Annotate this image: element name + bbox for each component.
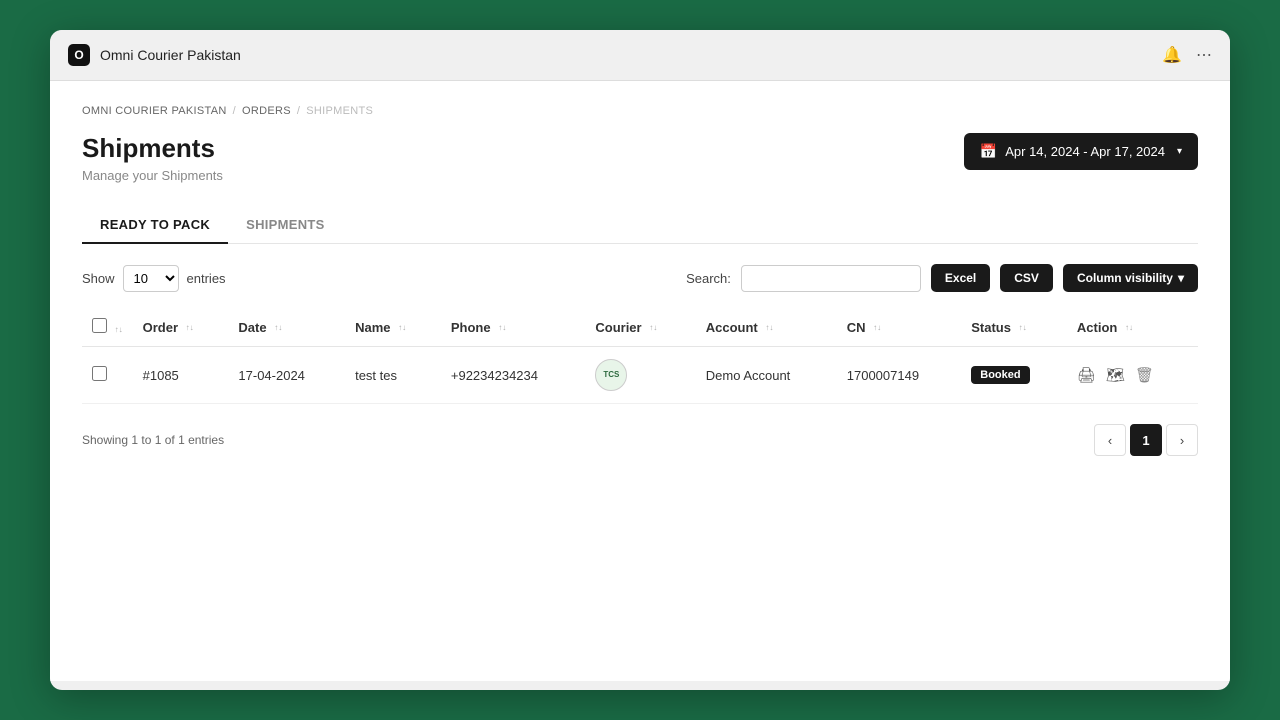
page-subtitle: Manage your Shipments [82,168,223,183]
col-header-cn: CN ↑↓ [837,308,962,347]
row-order: #1085 [133,347,229,404]
col-header-account: Account ↑↓ [696,308,837,347]
breadcrumb-part2[interactable]: ORDERS [242,105,291,117]
courier-logo: TCS [595,359,627,391]
table-header-row: ↑↓ Order ↑↓ Date ↑↓ Name ↑↓ Phone ↑↓ [82,308,1198,347]
titlebar: O Omni Courier Pakistan 🔔 ⋯ [50,30,1230,81]
col-vis-arrow-icon: ▾ [1178,271,1184,285]
col-header-phone: Phone ↑↓ [441,308,585,347]
breadcrumb: OMNI COURIER PAKISTAN / ORDERS / SHIPMEN… [82,105,1198,117]
col-header-status: Status ↑↓ [961,308,1067,347]
toolbar-right: Search: Excel CSV Column visibility ▾ [686,264,1198,292]
date-range-label: Apr 14, 2024 - Apr 17, 2024 [1005,144,1165,159]
table-body: #1085 17-04-2024 test tes +92234234234 T… [82,347,1198,404]
row-checkbox[interactable] [92,366,107,381]
pagination-area: Showing 1 to 1 of 1 entries ‹ 1 › [82,424,1198,456]
entries-label: entries [187,271,226,286]
page-1-button[interactable]: 1 [1130,424,1162,456]
row-status: Booked [961,347,1067,404]
csv-button[interactable]: CSV [1000,264,1053,292]
shipments-table: ↑↓ Order ↑↓ Date ↑↓ Name ↑↓ Phone ↑↓ [82,308,1198,404]
app-window: O Omni Courier Pakistan 🔔 ⋯ OMNI COURIER… [50,30,1230,690]
titlebar-right: 🔔 ⋯ [1162,45,1212,65]
delete-icon[interactable]: 🗑 [1135,366,1154,384]
status-badge: Booked [971,366,1029,384]
print-icon[interactable]: 🖨 [1077,366,1096,384]
date-range-picker[interactable]: 📅 Apr 14, 2024 - Apr 17, 2024 ▾ [964,133,1198,170]
page-header: Shipments Manage your Shipments 📅 Apr 14… [82,133,1198,183]
app-icon: O [68,44,90,66]
select-all-checkbox[interactable] [92,318,107,333]
menu-icon[interactable]: ⋯ [1196,45,1212,65]
row-phone: +92234234234 [441,347,585,404]
prev-page-button[interactable]: ‹ [1094,424,1126,456]
row-courier: TCS [585,347,695,404]
row-name: test tes [345,347,441,404]
page-title: Shipments [82,133,223,164]
date-range-arrow: ▾ [1177,146,1182,157]
col-header-date: Date ↑↓ [228,308,345,347]
app-title-label: Omni Courier Pakistan [100,47,241,63]
row-date: 17-04-2024 [228,347,345,404]
search-label: Search: [686,271,731,286]
map-icon[interactable]: 🗺 [1106,366,1125,384]
next-page-button[interactable]: › [1166,424,1198,456]
row-account: Demo Account [696,347,837,404]
row-action: 🖨 🗺 🗑 [1067,347,1198,404]
row-checkbox-cell [82,347,133,404]
entries-select[interactable]: 10 25 50 100 [123,265,179,292]
page-title-area: Shipments Manage your Shipments [82,133,223,183]
toolbar: Show 10 25 50 100 entries Search: Excel … [82,264,1198,292]
col-header-name: Name ↑↓ [345,308,441,347]
col-header-order: Order ↑↓ [133,308,229,347]
excel-button[interactable]: Excel [931,264,990,292]
col-header-checkbox: ↑↓ [82,308,133,347]
table-row: #1085 17-04-2024 test tes +92234234234 T… [82,347,1198,404]
show-entries-control: Show 10 25 50 100 entries [82,265,226,292]
breadcrumb-sep1: / [233,105,236,117]
bell-icon[interactable]: 🔔 [1162,45,1182,65]
action-icons: 🖨 🗺 🗑 [1077,366,1188,384]
tab-shipments[interactable]: SHIPMENTS [228,207,343,244]
search-input[interactable] [741,265,921,292]
pagination: ‹ 1 › [1094,424,1198,456]
col-header-action: Action ↑↓ [1067,308,1198,347]
main-content: OMNI COURIER PAKISTAN / ORDERS / SHIPMEN… [50,81,1230,681]
calendar-icon: 📅 [980,143,997,160]
breadcrumb-part1[interactable]: OMNI COURIER PAKISTAN [82,105,227,117]
breadcrumb-part3: SHIPMENTS [306,105,373,117]
show-label: Show [82,271,115,286]
showing-text: Showing 1 to 1 of 1 entries [82,433,224,447]
row-cn: 1700007149 [837,347,962,404]
tabs-bar: READY TO PACK SHIPMENTS [82,207,1198,244]
sort-arrows-checkbox: ↑↓ [115,326,123,334]
tab-ready-to-pack[interactable]: READY TO PACK [82,207,228,244]
titlebar-left: O Omni Courier Pakistan [68,44,241,66]
column-visibility-button[interactable]: Column visibility ▾ [1063,264,1198,292]
col-header-courier: Courier ↑↓ [585,308,695,347]
breadcrumb-sep2: / [297,105,300,117]
